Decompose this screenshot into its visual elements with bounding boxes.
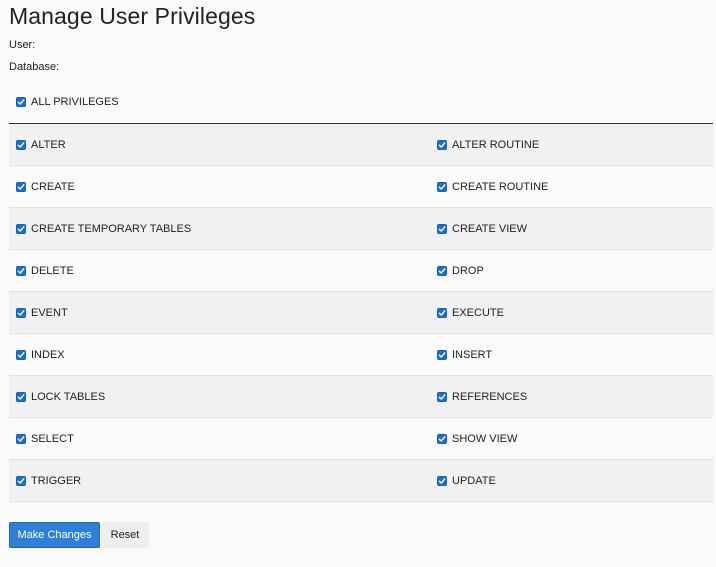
privilege-checkbox-row[interactable]: ALTER ROUTINE [437,124,539,166]
privilege-checkbox[interactable] [16,350,26,360]
privilege-row: SELECT SHOW VIEW [9,418,713,460]
privilege-row: TRIGGER UPDATE [9,460,713,502]
user-label: User: [9,39,36,51]
privilege-checkbox[interactable] [16,476,26,486]
privilege-checkbox[interactable] [16,308,26,318]
checkmark-icon [438,310,446,316]
privilege-checkbox-row[interactable]: UPDATE [437,460,496,502]
checkmark-icon [17,99,25,105]
all-privileges-checkbox[interactable] [16,97,26,107]
privilege-checkbox[interactable] [437,392,447,402]
privilege-checkbox[interactable] [16,434,26,444]
privilege-checkbox[interactable] [437,140,447,150]
privilege-checkbox-row[interactable]: CREATE TEMPORARY TABLES [16,208,191,250]
checkmark-icon [17,394,25,400]
privilege-label: ALTER ROUTINE [452,139,540,151]
privilege-label: DROP [452,265,484,277]
manage-user-privileges-page: Manage User Privileges User: Database: A… [0,0,716,567]
privilege-checkbox-row[interactable]: SELECT [16,418,74,460]
privilege-row: EVENT EXECUTE [9,292,713,334]
privilege-checkbox-row[interactable]: DROP [437,250,484,292]
privilege-checkbox-row[interactable]: INSERT [437,334,492,376]
checkmark-icon [438,142,446,148]
privilege-checkbox[interactable] [16,392,26,402]
privilege-row: CREATE CREATE ROUTINE [9,166,713,208]
checkmark-icon [438,184,446,190]
privilege-label: SHOW VIEW [452,433,518,445]
all-privileges-label: ALL PRIVILEGES [31,96,119,108]
privilege-checkbox[interactable] [437,266,447,276]
privilege-label: INDEX [31,349,65,361]
privilege-checkbox-row[interactable]: EVENT [16,292,68,334]
privileges-table: ALTER ALTER ROUTINE CREATE CREATE ROUTINE CR… [9,123,713,502]
privilege-label: INSERT [452,349,493,361]
privilege-checkbox[interactable] [16,140,26,150]
privilege-checkbox-row[interactable]: DELETE [16,250,74,292]
privilege-label: CREATE [31,181,75,193]
checkmark-icon [17,478,25,484]
privilege-label: EXECUTE [452,307,504,319]
page-title: Manage User Privileges [9,3,256,29]
privilege-checkbox[interactable] [437,434,447,444]
privilege-label: EVENT [31,307,68,319]
database-info: Database: [9,61,65,73]
privilege-checkbox[interactable] [437,182,447,192]
privilege-checkbox[interactable] [16,266,26,276]
privilege-label: ALTER [31,139,66,151]
checkmark-icon [17,310,25,316]
privilege-checkbox-row[interactable]: INDEX [16,334,65,376]
privilege-label: SELECT [31,433,74,445]
privilege-label: UPDATE [452,475,496,487]
checkmark-icon [438,394,446,400]
checkmark-icon [17,352,25,358]
privilege-row: CREATE TEMPORARY TABLES CREATE VIEW [9,208,713,250]
database-label: Database: [9,61,60,73]
privilege-label: REFERENCES [452,391,528,403]
privilege-row: INDEX INSERT [9,334,713,376]
privilege-checkbox-row[interactable]: CREATE ROUTINE [437,166,548,208]
privilege-checkbox-row[interactable]: REFERENCES [437,376,527,418]
checkmark-icon [17,268,25,274]
privilege-checkbox[interactable] [437,308,447,318]
privilege-checkbox-row[interactable]: EXECUTE [437,292,504,334]
privilege-checkbox[interactable] [437,476,447,486]
reset-button[interactable]: Reset [101,522,149,548]
privilege-row: ALTER ALTER ROUTINE [9,124,713,166]
checkmark-icon [17,436,25,442]
privilege-checkbox[interactable] [437,350,447,360]
privilege-label: DELETE [31,265,74,277]
privilege-row: DELETE DROP [9,250,713,292]
privilege-label: CREATE TEMPORARY TABLES [31,223,192,235]
privilege-checkbox-row[interactable]: SHOW VIEW [437,418,517,460]
privilege-checkbox-row[interactable]: CREATE VIEW [437,208,527,250]
checkmark-icon [17,142,25,148]
checkmark-icon [438,268,446,274]
checkmark-icon [438,478,446,484]
all-privileges-checkbox-row[interactable]: ALL PRIVILEGES [16,96,119,108]
privilege-checkbox-row[interactable]: LOCK TABLES [16,376,105,418]
privilege-label: LOCK TABLES [31,391,106,403]
privilege-checkbox[interactable] [437,224,447,234]
make-changes-button[interactable]: Make Changes [9,522,100,548]
user-info: User: [9,39,41,51]
privilege-label: CREATE ROUTINE [452,181,549,193]
privilege-row: LOCK TABLES REFERENCES [9,376,713,418]
checkmark-icon [438,436,446,442]
checkmark-icon [17,226,25,232]
checkmark-icon [438,352,446,358]
checkmark-icon [17,184,25,190]
privilege-checkbox[interactable] [16,182,26,192]
privilege-checkbox-row[interactable]: TRIGGER [16,460,81,502]
privilege-checkbox-row[interactable]: CREATE [16,166,75,208]
privilege-label: CREATE VIEW [452,223,527,235]
privilege-checkbox[interactable] [16,224,26,234]
checkmark-icon [438,226,446,232]
privilege-checkbox-row[interactable]: ALTER [16,124,66,166]
privilege-label: TRIGGER [31,475,82,487]
